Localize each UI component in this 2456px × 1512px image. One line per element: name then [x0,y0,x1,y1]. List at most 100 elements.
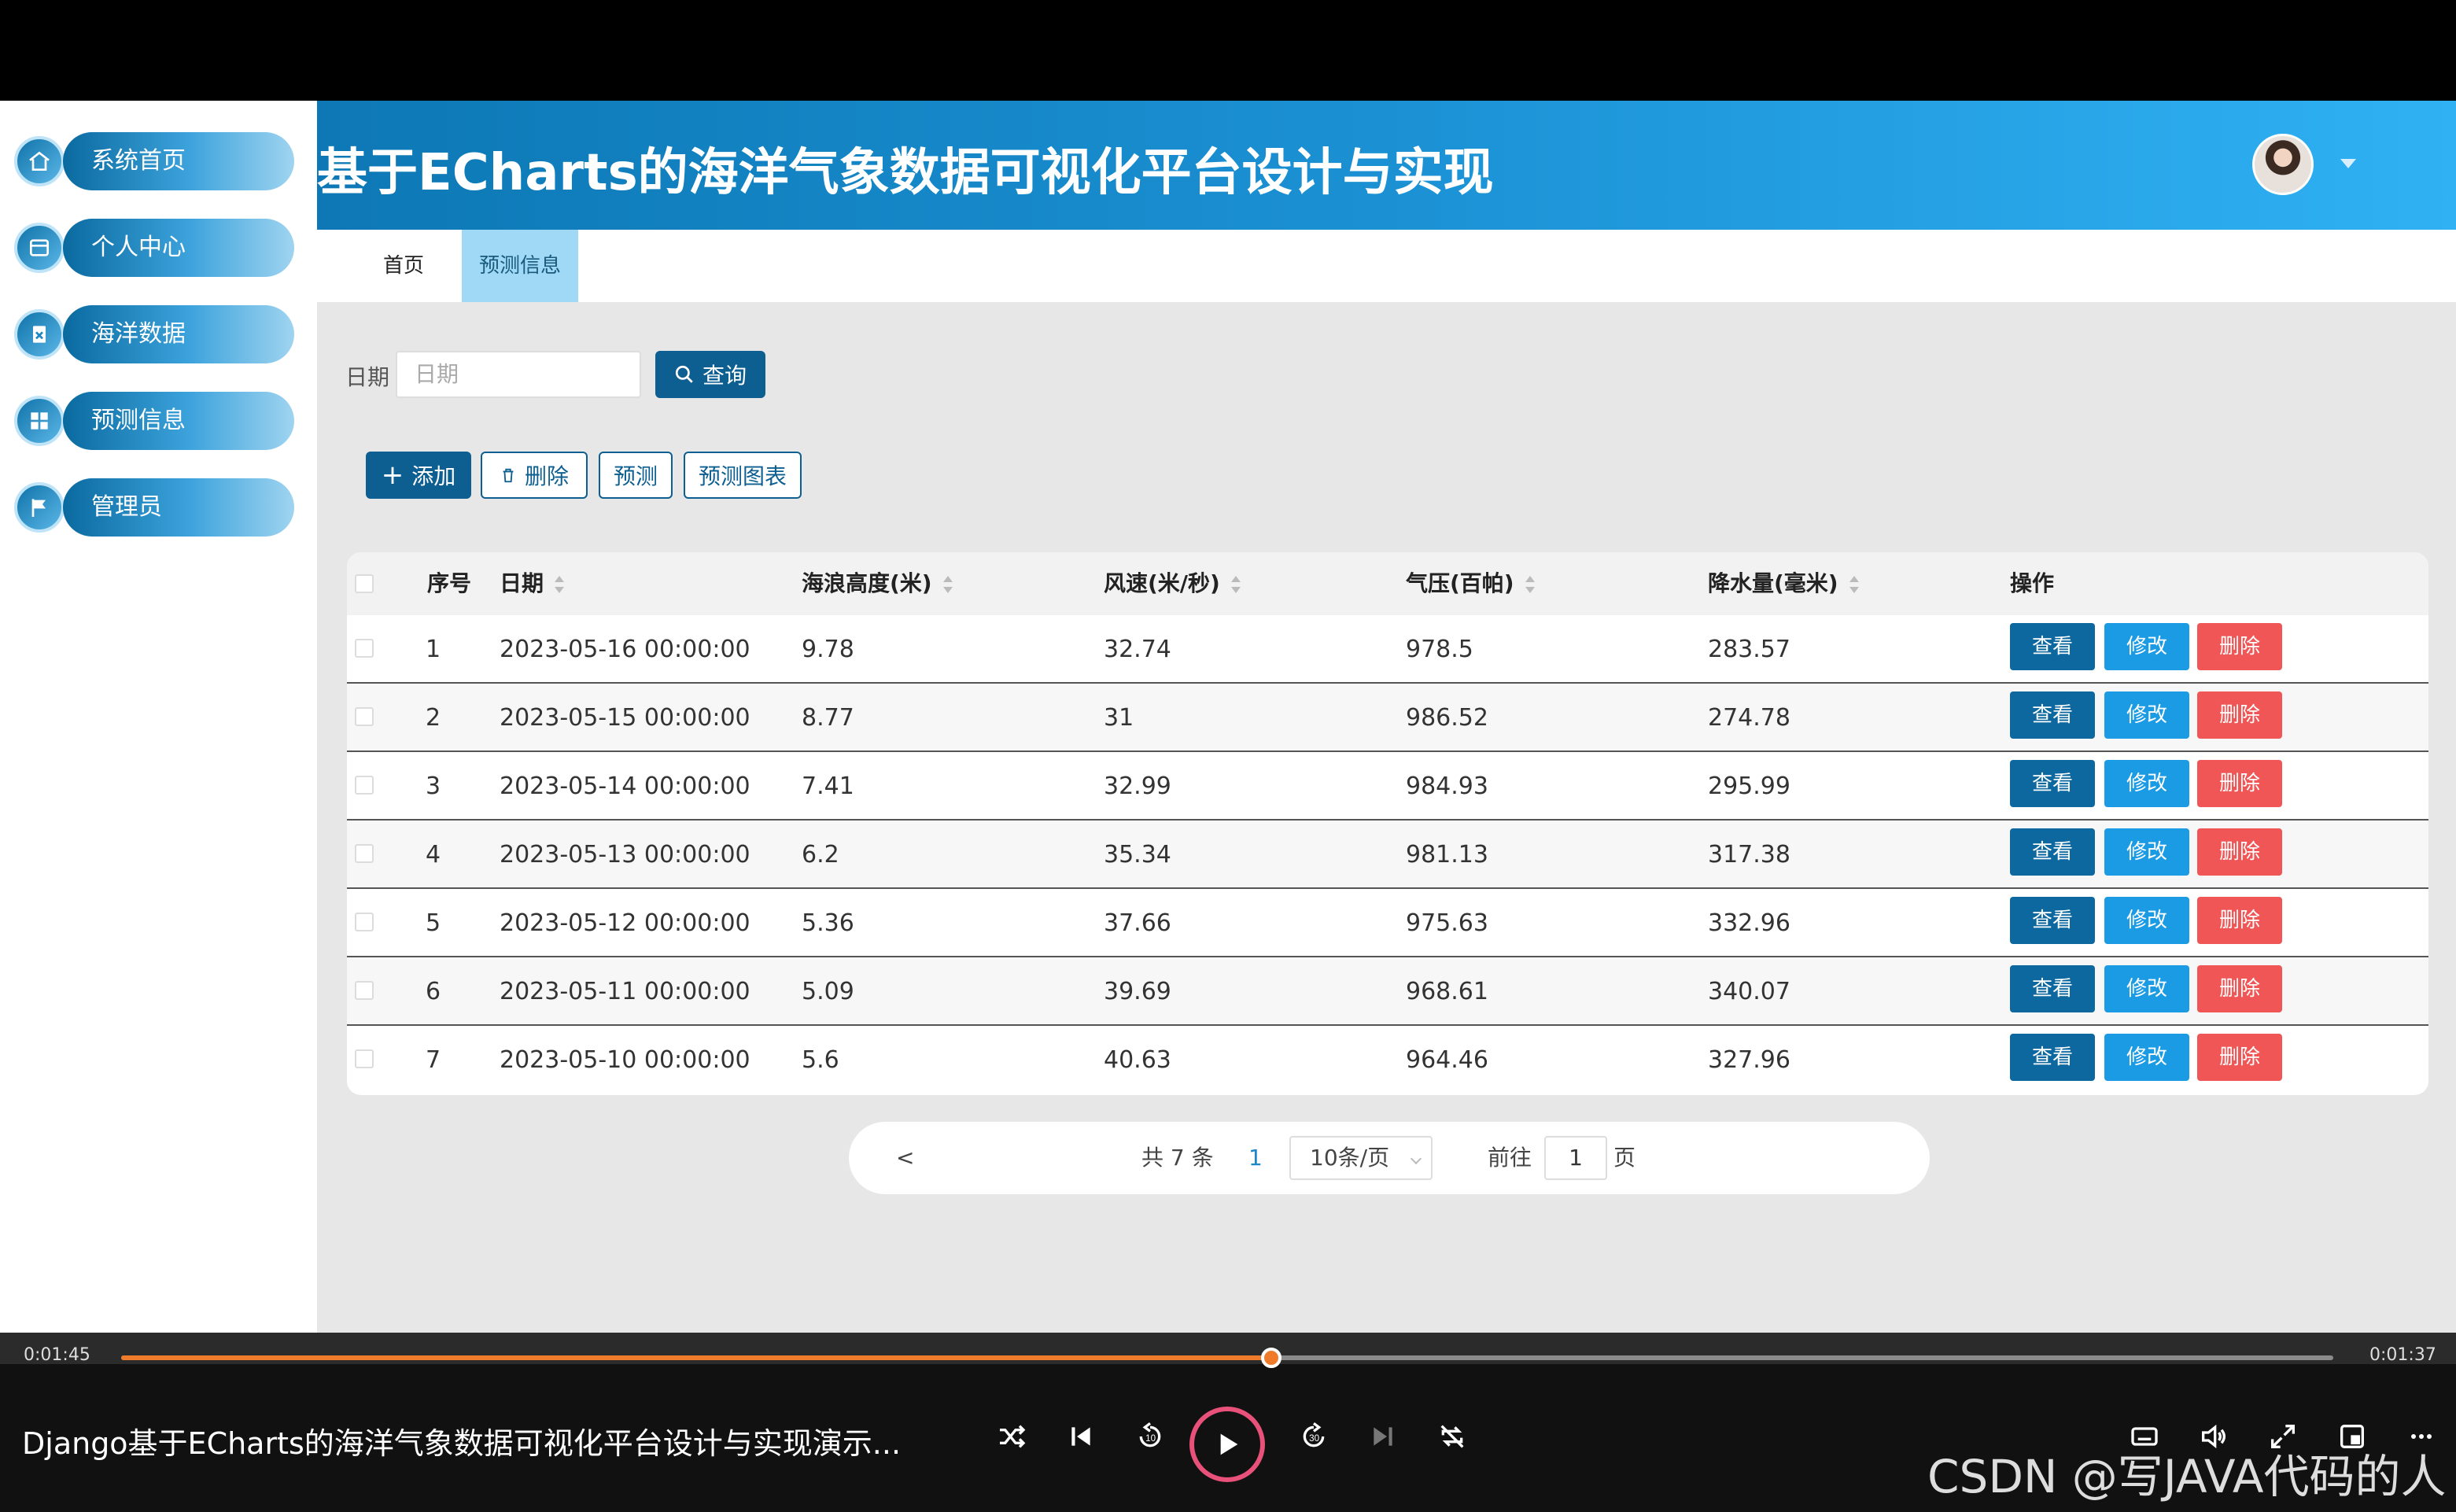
row-checkbox[interactable] [355,776,374,795]
cell-index: 7 [426,1046,441,1074]
row-checkbox[interactable] [355,1049,374,1068]
header-actions: 操作 [2010,570,2055,596]
cell-date: 2023-05-12 00:00:00 [500,909,750,937]
table-header: 序号 日期 海浪高度(米) 风速(米/秒) 气压(百帕) 降水量(毫米) 操作 [347,552,2428,615]
progress-knob[interactable] [1261,1348,1282,1368]
edit-button[interactable]: 修改 [2104,760,2189,807]
sort-icon[interactable] [1849,574,1859,595]
sidebar-item-forecast[interactable]: 预测信息 [14,392,294,453]
header-index: 序号 [427,570,472,596]
cell-rain: 332.96 [1708,909,1790,937]
header-rain[interactable]: 降水量(毫米) [1708,552,1859,615]
table-row: 5 2023-05-12 00:00:00 5.36 37.66 975.63 … [347,889,2428,957]
avatar[interactable] [2252,134,2314,195]
edit-button[interactable]: 修改 [2104,691,2189,739]
rewind-10-icon[interactable]: 10 [1133,1419,1167,1454]
delete-button[interactable]: 删除 [2197,965,2282,1012]
row-checkbox[interactable] [355,913,374,931]
letterbox-top [0,0,2456,101]
remaining-time: 0:01:37 [2369,1345,2436,1365]
cell-wave: 5.6 [802,1046,839,1074]
cell-rain: 283.57 [1708,636,1790,663]
prev-page-button[interactable]: < [896,1122,914,1194]
sort-icon[interactable] [942,574,953,595]
tab-forecast[interactable]: 预测信息 [462,230,578,302]
previous-icon[interactable] [1064,1419,1098,1454]
sidebar-item-home[interactable]: 系统首页 [14,132,294,194]
sort-icon[interactable] [1525,574,1535,595]
cell-pressure: 978.5 [1406,636,1473,663]
cell-wave: 7.41 [802,773,854,800]
cell-pressure: 984.93 [1406,773,1488,800]
page-size-value: 10条/页 [1310,1145,1390,1171]
edit-button[interactable]: 修改 [2104,623,2189,670]
view-button[interactable]: 查看 [2010,897,2095,944]
row-checkbox[interactable] [355,707,374,726]
forward-30-icon[interactable]: 30 [1296,1419,1331,1454]
row-checkbox[interactable] [355,981,374,1000]
header-wave[interactable]: 海浪高度(米) [802,552,953,615]
cell-rain: 317.38 [1708,841,1790,868]
video-player-bar: 0:01:45 0:01:37 Django基于ECharts的海洋气象数据可视… [0,1333,2456,1512]
cell-pressure: 986.52 [1406,704,1488,732]
repeat-icon[interactable] [1435,1419,1470,1454]
view-button[interactable]: 查看 [2010,1034,2095,1081]
sidebar-item-personal-center[interactable]: 个人中心 [14,219,294,280]
progress-track[interactable] [121,1348,2333,1368]
header-date[interactable]: 日期 [500,552,565,615]
date-input[interactable]: 日期 [396,351,641,398]
sidebar-item-admin[interactable]: 管理员 [14,478,294,540]
goto-page-input[interactable]: 1 [1544,1136,1607,1180]
predict-button[interactable]: 预测 [599,452,673,499]
sort-icon[interactable] [555,574,565,595]
view-button[interactable]: 查看 [2010,623,2095,670]
header-rain-label: 降水量(毫米) [1708,570,1838,596]
select-all-checkbox[interactable] [355,574,374,593]
edit-button[interactable]: 修改 [2104,1034,2189,1081]
view-button[interactable]: 查看 [2010,760,2095,807]
delete-button[interactable]: 删除 [2197,828,2282,876]
delete-button[interactable]: 删除 [2197,760,2282,807]
table-row: 6 2023-05-11 00:00:00 5.09 39.69 968.61 … [347,957,2428,1026]
cell-wave: 8.77 [802,704,854,732]
video-title: Django基于ECharts的海洋气象数据可视化平台设计与实现演示... [22,1426,902,1461]
add-button[interactable]: + 添加 [366,452,471,499]
row-checkbox[interactable] [355,844,374,863]
sort-icon[interactable] [1230,574,1241,595]
app-window: 系统首页 个人中心 海洋数据 预测信息 管理员 基于ECharts的海洋气象数据… [0,101,2456,1333]
page-size-select[interactable]: 10条/页 [1289,1136,1433,1180]
row-checkbox[interactable] [355,639,374,658]
shuffle-icon[interactable] [994,1419,1029,1454]
header-wind[interactable]: 风速(米/秒) [1104,552,1241,615]
caret-down-icon[interactable] [2340,159,2356,168]
cell-index: 3 [426,773,441,800]
delete-button[interactable]: 删除 [2197,897,2282,944]
next-icon[interactable] [1366,1419,1400,1454]
grid-icon [14,396,65,446]
cell-wave: 9.78 [802,636,854,663]
view-button[interactable]: 查看 [2010,965,2095,1012]
goto-label: 前往 [1488,1145,1532,1171]
header-pressure[interactable]: 气压(百帕) [1406,552,1535,615]
cell-pressure: 981.13 [1406,841,1488,868]
edit-button[interactable]: 修改 [2104,897,2189,944]
view-button[interactable]: 查看 [2010,691,2095,739]
play-button[interactable] [1189,1407,1265,1482]
forecast-chart-button[interactable]: 预测图表 [684,452,802,499]
batch-delete-label: 删除 [524,463,569,489]
current-page[interactable]: 1 [1248,1122,1263,1194]
add-button-label: 添加 [411,463,456,489]
edit-button[interactable]: 修改 [2104,965,2189,1012]
cell-wave: 5.36 [802,909,854,937]
delete-button[interactable]: 删除 [2197,623,2282,670]
batch-delete-button[interactable]: 删除 [481,452,588,499]
query-button[interactable]: 查询 [655,351,765,398]
sidebar-item-ocean-data[interactable]: 海洋数据 [14,305,294,367]
view-button[interactable]: 查看 [2010,828,2095,876]
cell-index: 4 [426,841,441,868]
edit-button[interactable]: 修改 [2104,828,2189,876]
query-button-label: 查询 [702,363,747,389]
delete-button[interactable]: 删除 [2197,1034,2282,1081]
table-row: 4 2023-05-13 00:00:00 6.2 35.34 981.13 3… [347,821,2428,889]
delete-button[interactable]: 删除 [2197,691,2282,739]
